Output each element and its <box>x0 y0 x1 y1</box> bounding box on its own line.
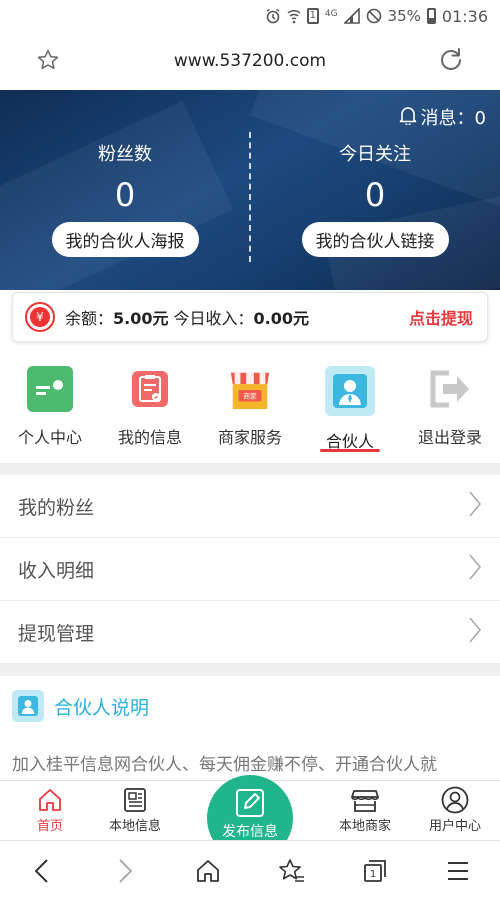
list-item-withdraw-management[interactable]: 提现管理 <box>0 601 500 664</box>
store-icon <box>315 785 415 815</box>
signal-icon <box>343 8 360 24</box>
today-follow-count: 0 <box>364 176 386 214</box>
clock: 01:36 <box>441 6 488 26</box>
battery-icon <box>426 8 436 24</box>
list-item-my-fans[interactable]: 我的粉丝 <box>0 475 500 538</box>
fans-stat: 粉丝数 0 我的合伙人海报 <box>0 140 250 257</box>
partner-link-button[interactable]: 我的合伙人链接 <box>301 222 449 257</box>
edit-icon <box>207 785 293 821</box>
withdraw-button[interactable]: 点击提现 <box>409 305 473 329</box>
today-follow-stat: 今日关注 0 我的合伙人链接 <box>250 140 500 257</box>
partner-description-text: 加入桂平信息网合伙人、每天佣金赚不停、开通合伙人就 <box>12 755 437 775</box>
status-bar: 1 4G 35% 01:36 <box>0 0 500 32</box>
partner-poster-button[interactable]: 我的合伙人海报 <box>51 222 199 257</box>
list-item-label: 我的粉丝 <box>18 496 95 519</box>
tabs-icon[interactable]: 1 <box>333 858 416 884</box>
income-label: 今日收入： <box>173 309 254 328</box>
chevron-right-icon <box>468 553 482 586</box>
fans-label: 粉丝数 <box>98 144 152 165</box>
menu-item-personal-center[interactable]: 个人中心 <box>0 360 100 460</box>
section-separator <box>0 664 500 676</box>
tab-label: 本地信息 <box>108 819 161 834</box>
messages-link[interactable]: 消息：0 <box>399 104 486 130</box>
chevron-right-icon <box>468 490 482 523</box>
income-value: 0.00元 <box>253 309 309 328</box>
tab-local-merchants[interactable]: 本地商家 <box>315 785 415 834</box>
menu-item-logout[interactable]: 退出登录 <box>400 360 500 460</box>
bookmark-star-icon[interactable] <box>36 48 60 77</box>
fans-count: 0 <box>114 176 136 214</box>
menu-label: 合伙人 <box>325 432 374 451</box>
balance-card: ¥ 余额： 5.00元 今日收入： 0.00元 点击提现 <box>12 292 488 342</box>
svg-text:1: 1 <box>370 869 376 880</box>
bell-icon <box>399 105 417 130</box>
menu-icon[interactable] <box>416 860 499 882</box>
messages-label: 消息：0 <box>420 108 486 129</box>
section-separator <box>0 463 500 475</box>
reload-icon[interactable] <box>438 46 464 77</box>
chevron-right-icon <box>468 616 482 649</box>
bottom-tab-bar: 首页 本地信息 发布信息 本地商家 用户中心 <box>0 775 500 861</box>
bookmarks-icon[interactable] <box>250 858 333 884</box>
url-text[interactable]: www.537200.com <box>174 51 326 71</box>
partner-description-header: 合伙人说明 <box>12 690 149 722</box>
partner-menu-list: 我的粉丝 收入明细 提现管理 <box>0 475 500 664</box>
yuan-icon: ¥ <box>25 302 55 332</box>
menu-label: 我的信息 <box>117 428 182 447</box>
wifi-call-icon <box>287 8 301 24</box>
publish-label: 发布信息 <box>222 824 278 840</box>
shop-icon: 商家 <box>227 366 273 412</box>
partner-icon <box>12 690 44 722</box>
partner-description-title: 合伙人说明 <box>54 696 150 719</box>
network-type: 4G <box>324 9 338 19</box>
user-icon <box>405 785 500 815</box>
id-card-icon <box>27 366 73 412</box>
tab-label: 本地商家 <box>338 819 391 834</box>
balance-label: 余额： <box>65 309 114 328</box>
tab-user-center[interactable]: 用户中心 <box>405 785 500 834</box>
balance-value: 5.00元 <box>113 309 169 328</box>
browser-navigation-bar: 1 <box>0 840 500 900</box>
partner-stats-banner: 消息：0 粉丝数 0 我的合伙人海报 今日关注 0 我的合伙人链接 <box>0 90 500 290</box>
menu-label: 退出登录 <box>417 428 482 447</box>
forward-icon[interactable] <box>83 858 166 884</box>
menu-item-merchant-service[interactable]: 商家 商家服务 <box>200 360 300 460</box>
list-item-label: 收入明细 <box>18 559 95 582</box>
browser-address-bar: www.537200.com <box>0 32 500 90</box>
menu-item-my-info[interactable]: 我的信息 <box>100 360 200 460</box>
newspaper-icon <box>85 785 185 815</box>
battery-percent: 35% <box>387 7 421 25</box>
back-icon[interactable] <box>0 858 83 884</box>
partner-icon <box>325 366 375 416</box>
alarm-icon <box>265 8 281 24</box>
clipboard-icon <box>127 366 173 412</box>
list-item-label: 提现管理 <box>18 622 95 645</box>
today-follow-label: 今日关注 <box>339 144 411 165</box>
home-icon[interactable] <box>167 858 250 884</box>
menu-label: 个人中心 <box>17 428 82 447</box>
menu-item-partner[interactable]: 合伙人 <box>300 360 400 460</box>
do-not-disturb-icon <box>366 8 382 24</box>
tab-local-info[interactable]: 本地信息 <box>85 785 185 834</box>
menu-label: 商家服务 <box>217 428 282 447</box>
svg-text:商家: 商家 <box>243 392 257 401</box>
menu-grid: 个人中心 我的信息 商家 商家服务 合伙人 退出登录 <box>0 360 500 460</box>
sim-indicator: 1 <box>306 8 319 24</box>
list-item-income-details[interactable]: 收入明细 <box>0 538 500 601</box>
tab-label: 用户中心 <box>428 819 481 834</box>
logout-icon <box>427 366 473 412</box>
